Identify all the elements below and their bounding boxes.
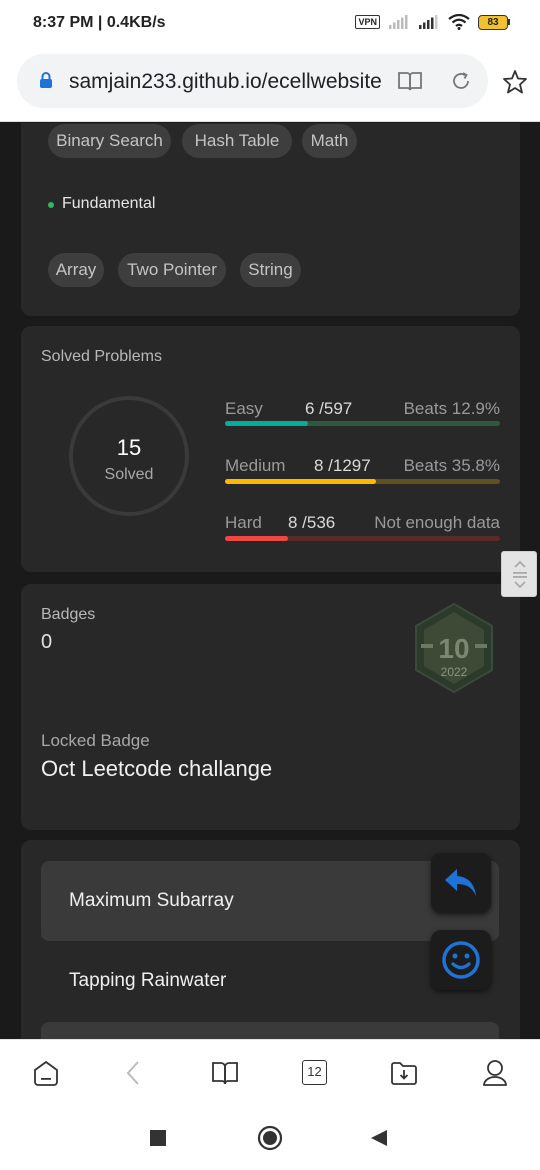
skill-tag-binary-search[interactable]: Binary Search [48, 124, 171, 158]
skill-tag-array[interactable]: Array [48, 253, 104, 287]
medium-progress-track [225, 479, 500, 484]
locked-badge-name: Oct Leetcode challange [41, 756, 273, 781]
badges-count: 0 [41, 631, 53, 653]
status-time: 8:37 PM | 0.4KB/s [33, 14, 166, 31]
address-bar[interactable]: samjain233.github.io/ecellwebsite [17, 54, 488, 108]
skill-tag-string[interactable]: String [240, 253, 301, 287]
reply-arrow-icon [445, 869, 476, 896]
fundamental-label: Fundamental [62, 195, 156, 212]
easy-label: Easy [225, 399, 263, 418]
hard-beats: Not enough data [374, 513, 500, 532]
badge-year: 2022 [441, 665, 468, 679]
home-icon[interactable] [31, 1058, 61, 1088]
back-triangle-icon[interactable] [370, 1129, 388, 1147]
medium-beats: Beats 35.8% [403, 456, 500, 475]
problem-title: Tapping Rainwater [69, 970, 227, 991]
skill-tag-math[interactable]: Math [302, 124, 357, 158]
signal-icon [389, 15, 408, 29]
easy-count: 6 /597 [305, 399, 353, 418]
browser-toolbar: samjain233.github.io/ecellwebsite [0, 48, 540, 122]
feedback-fab-button[interactable] [431, 930, 491, 990]
hard-progress-track [225, 536, 500, 541]
fundamental-dot [48, 202, 54, 208]
problem-row-next[interactable] [41, 1022, 499, 1039]
bookmark-star-icon[interactable] [502, 69, 528, 95]
solved-problems-title: Solved Problems [41, 348, 162, 365]
signal-icon-2 [419, 15, 438, 29]
problem-title: Maximum Subarray [69, 890, 234, 911]
browser-bottom-toolbar: 12 [0, 1039, 540, 1106]
hard-progress-fill [225, 536, 289, 541]
system-navigation-bar [0, 1106, 540, 1170]
status-icons: VPN 83 [355, 14, 510, 30]
medium-count: 8 /1297 [314, 456, 371, 475]
battery-icon: 83 [478, 14, 510, 30]
badges-card: Badges 0 10 2022 Locked Badge Oct Leetco… [21, 584, 520, 830]
home-circle-icon[interactable] [257, 1125, 283, 1151]
easy-progress-track [225, 421, 500, 426]
badge-number: 10 [438, 633, 469, 664]
solved-problems-card: Solved Problems 15 Solved Easy 6 /597 Be… [21, 326, 520, 572]
reader-mode-icon[interactable] [397, 70, 423, 92]
phone-screen: 8:37 PM | 0.4KB/s VPN 83 samjain233.gith… [0, 0, 540, 1170]
back-fab-button[interactable] [431, 853, 491, 913]
reload-icon[interactable] [449, 69, 473, 93]
url-text[interactable]: samjain233.github.io/ecellwebsite [69, 70, 387, 94]
solved-label: Solved [104, 466, 154, 483]
badges-title: Badges [41, 606, 96, 623]
status-bar: 8:37 PM | 0.4KB/s VPN 83 [0, 0, 540, 48]
scroll-grip-icon [513, 560, 527, 589]
vpn-icon: VPN [355, 15, 380, 29]
easy-progress-fill [225, 421, 308, 426]
hard-label: Hard [225, 513, 262, 532]
lock-icon [40, 72, 52, 88]
web-page: Binary Search Hash Table Math Fundamenta… [0, 123, 540, 1039]
easy-beats: Beats 12.9% [403, 399, 500, 418]
battery-level: 83 [478, 14, 508, 30]
wifi-icon [448, 14, 470, 30]
tabs-count-button[interactable]: 12 [302, 1060, 327, 1085]
medium-label: Medium [225, 456, 286, 475]
solved-count: 15 [116, 435, 142, 460]
skill-tag-two-pointer[interactable]: Two Pointer [118, 253, 226, 287]
oct-challenge-badge-icon[interactable]: 10 2022 [413, 602, 495, 694]
solved-ring: 15 Solved [69, 396, 189, 516]
skills-card: Binary Search Hash Table Math Fundamenta… [21, 123, 520, 316]
scrollbar-handle[interactable] [501, 551, 537, 597]
skill-tag-hash-table[interactable]: Hash Table [182, 124, 292, 158]
back-icon[interactable] [122, 1058, 146, 1088]
bookmarks-icon[interactable] [210, 1058, 240, 1088]
hard-count: 8 /536 [288, 513, 336, 532]
medium-progress-fill [225, 479, 377, 484]
smiley-icon [442, 941, 480, 979]
profile-icon[interactable] [481, 1058, 509, 1088]
locked-badge-title: Locked Badge [41, 731, 150, 750]
downloads-icon[interactable] [389, 1058, 419, 1088]
recents-square-icon[interactable] [149, 1129, 167, 1147]
